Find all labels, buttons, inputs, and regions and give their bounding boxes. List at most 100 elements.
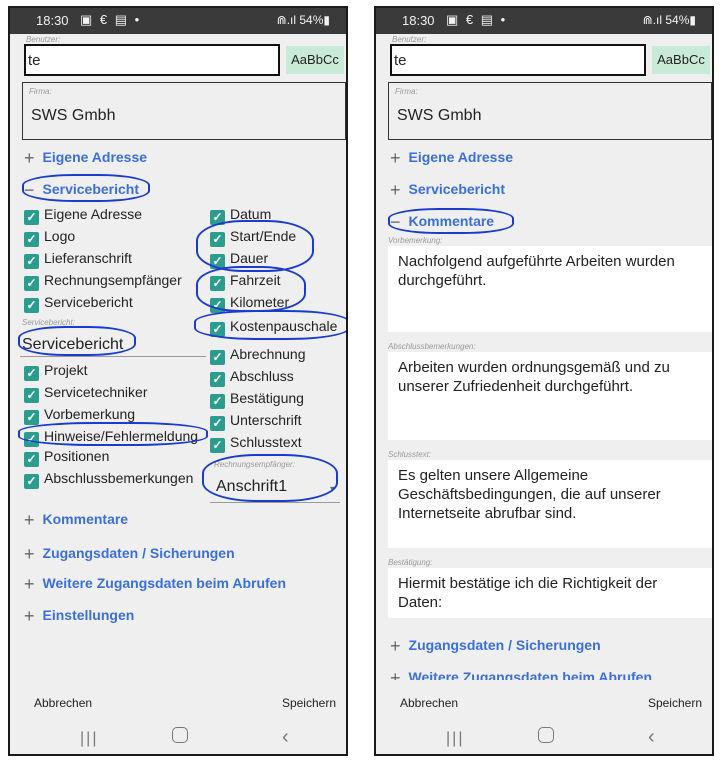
cancel-button[interactable]: Abbrechen	[400, 696, 458, 710]
firma-field[interactable]: Firma: SWS Gmbh	[388, 82, 712, 140]
check-abschlussbemerkungen[interactable]: ✓ Abschlussbemerkungen	[24, 470, 193, 489]
check-rechnungsempfaenger[interactable]: ✓ Rechnungsempfänger	[24, 272, 182, 291]
checkbox-checked-icon: ✓	[24, 388, 39, 403]
checkbox-checked-icon: ✓	[24, 432, 39, 447]
checkbox-checked-icon: ✓	[210, 232, 225, 247]
home-icon[interactable]	[172, 727, 188, 743]
check-datum[interactable]: ✓ Datum	[210, 206, 271, 225]
section-einstellungen[interactable]: + Einstellungen	[24, 606, 134, 627]
vorbemerkung-textarea[interactable]: Nachfolgend aufgeführte Arbeiten wurden …	[388, 246, 712, 332]
check-servicebericht[interactable]: ✓ Servicebericht	[24, 294, 133, 313]
check-servicetechniker[interactable]: ✓ Servicetechniker	[24, 384, 148, 403]
font-style-button[interactable]: AaBbCc	[652, 46, 710, 74]
save-button[interactable]: Speichern	[648, 696, 702, 710]
bestaetigung-textarea[interactable]: Hiermit bestätige ich die Richtigkeit de…	[388, 568, 712, 618]
select-underline	[210, 502, 340, 503]
check-dauer[interactable]: ✓ Dauer	[210, 250, 268, 269]
section-weitere-zugangsdaten[interactable]: + Weitere Zugangsdaten beim Abrufen	[24, 574, 286, 595]
section-kommentare[interactable]: + Kommentare	[24, 510, 128, 531]
section-zugangsdaten[interactable]: + Zugangsdaten / Sicherungen	[24, 544, 235, 565]
check-lieferanschrift[interactable]: ✓ Lieferanschrift	[24, 250, 132, 269]
checkbox-checked-icon: ✓	[24, 232, 39, 247]
user-input[interactable]: te	[390, 44, 646, 76]
check-logo[interactable]: ✓ Logo	[24, 228, 75, 247]
check-unterschrift[interactable]: ✓ Unterschrift	[210, 412, 302, 431]
plus-icon: +	[24, 544, 35, 564]
battery-icon: ⋒.ıl 54%▮	[276, 13, 330, 27]
check-fahrzeit[interactable]: ✓ Fahrzeit	[210, 272, 281, 291]
check-eigene-adresse[interactable]: ✓ Eigene Adresse	[24, 206, 142, 225]
checkbox-checked-icon: ✓	[210, 350, 225, 365]
user-input[interactable]: te	[24, 44, 280, 76]
check-kilometer[interactable]: ✓ Kilometer	[210, 294, 289, 313]
checkbox-checked-icon: ✓	[210, 254, 225, 269]
cancel-button[interactable]: Abbrechen	[34, 696, 92, 710]
rechnungsempfaenger-label: Rechnungsempfänger:	[214, 460, 295, 469]
firma-label: Firma:	[29, 87, 52, 96]
check-positionen[interactable]: ✓ Positionen	[24, 448, 109, 467]
check-schlusstext[interactable]: ✓ Schlusstext	[210, 434, 302, 453]
status-time: 18:30	[36, 13, 69, 28]
check-start-ende[interactable]: ✓ Start/Ende	[210, 228, 296, 247]
checkbox-checked-icon: ✓	[24, 254, 39, 269]
section-servicebericht[interactable]: − Servicebericht	[24, 180, 139, 201]
back-icon[interactable]: ‹	[648, 726, 655, 749]
rechnungsempfaenger-select[interactable]: Anschrift1	[216, 478, 287, 496]
section-zugangsdaten[interactable]: + Zugangsdaten / Sicherungen	[390, 636, 601, 657]
check-abrechnung[interactable]: ✓ Abrechnung	[210, 346, 306, 365]
check-bestaetigung[interactable]: ✓ Bestätigung	[210, 390, 304, 409]
recents-icon[interactable]: |||	[446, 730, 464, 748]
checkbox-checked-icon: ✓	[210, 322, 225, 337]
checkbox-checked-icon: ✓	[210, 416, 225, 431]
servicebericht-field-label: Servicebericht:	[22, 318, 75, 327]
user-label: Benutzer:	[26, 35, 61, 44]
minus-icon: −	[24, 180, 35, 200]
abschlussbemerkungen-label: Abschlussbemerkungen:	[388, 342, 476, 351]
section-servicebericht[interactable]: + Servicebericht	[390, 180, 505, 201]
back-icon[interactable]: ‹	[282, 726, 289, 749]
plus-icon: +	[24, 510, 35, 530]
checkbox-checked-icon: ✓	[24, 298, 39, 313]
check-abschluss[interactable]: ✓ Abschluss	[210, 368, 294, 387]
plus-icon: +	[390, 180, 401, 200]
android-nav-bar: ||| ‹	[376, 720, 712, 754]
section-eigene-adresse[interactable]: + Eigene Adresse	[390, 148, 513, 169]
plus-icon: +	[24, 574, 35, 594]
font-style-button[interactable]: AaBbCc	[286, 46, 344, 74]
status-time: 18:30	[402, 13, 435, 28]
abschlussbemerkungen-textarea[interactable]: Arbeiten wurden ordnungsgemäß und zu uns…	[388, 352, 712, 440]
home-icon[interactable]	[538, 727, 554, 743]
checkbox-checked-icon: ✓	[24, 366, 39, 381]
schlusstext-textarea[interactable]: Es gelten unsere Allgemeine Geschäftsbed…	[388, 460, 712, 548]
action-bar: Abbrechen Speichern	[10, 688, 346, 718]
phone-screen-comments: 18:30 ▣ € ▤ • ⋒.ıl 54%▮ Benutzer: te AaB…	[374, 6, 714, 756]
plus-icon: +	[24, 148, 35, 168]
checkbox-checked-icon: ✓	[210, 394, 225, 409]
save-button[interactable]: Speichern	[282, 696, 336, 710]
checkbox-checked-icon: ✓	[24, 474, 39, 489]
firma-field[interactable]: Firma: SWS Gmbh	[22, 82, 346, 140]
checkbox-checked-icon: ✓	[210, 372, 225, 387]
checkbox-checked-icon: ✓	[210, 276, 225, 291]
dropdown-arrow-icon[interactable]: ▾	[330, 484, 335, 495]
checkbox-checked-icon: ✓	[24, 452, 39, 467]
plus-icon: +	[24, 606, 35, 626]
plus-icon: +	[390, 636, 401, 656]
check-vorbemerkung[interactable]: ✓ Vorbemerkung	[24, 406, 135, 425]
section-kommentare[interactable]: − Kommentare	[390, 212, 494, 233]
recents-icon[interactable]: |||	[80, 730, 98, 748]
check-projekt[interactable]: ✓ Projekt	[24, 362, 88, 381]
schlusstext-label: Schlusstext:	[388, 450, 432, 459]
section-eigene-adresse[interactable]: + Eigene Adresse	[24, 148, 147, 169]
android-nav-bar: ||| ‹	[10, 720, 346, 754]
servicebericht-title-input[interactable]: Servicebericht	[22, 336, 123, 354]
check-kostenpauschale[interactable]: ✓ Kostenpauschale	[210, 318, 337, 337]
check-hinweise[interactable]: ✓ Hinweise/Fehlermeldung	[24, 428, 198, 447]
user-label: Benutzer:	[392, 35, 427, 44]
status-bar: 18:30 ▣ € ▤ • ⋒.ıl 54%▮	[376, 8, 712, 34]
plus-icon: +	[390, 148, 401, 168]
status-bar: 18:30 ▣ € ▤ • ⋒.ıl 54%▮	[10, 8, 346, 34]
section-weitere-zugangsdaten[interactable]: + Weitere Zugangsdaten beim Abrufen	[390, 668, 652, 680]
firma-value: SWS Gmbh	[31, 107, 116, 124]
checkbox-checked-icon: ✓	[210, 210, 225, 225]
